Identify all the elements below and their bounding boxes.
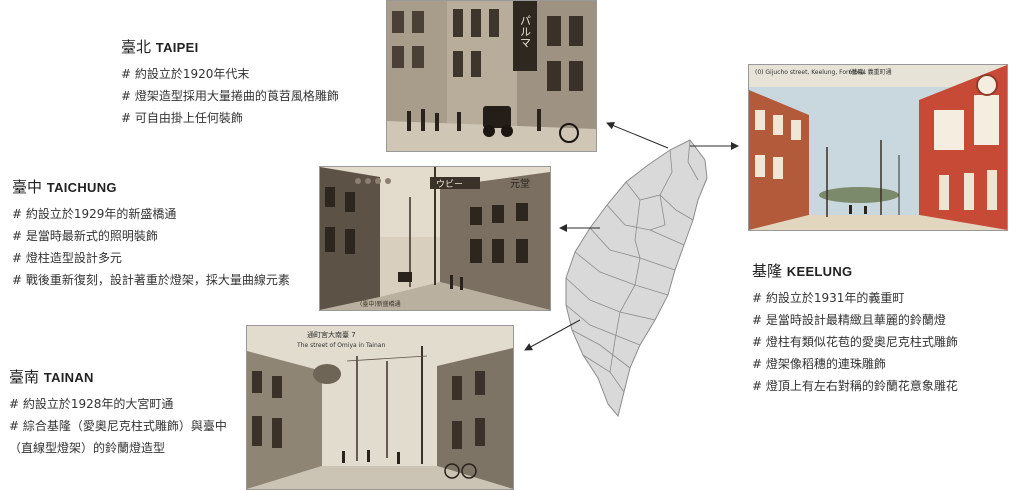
taichung-text-block: 臺中 TAICHUNG # 約設立於1929年的新盛橋通 # 是當時最新式的照明… [12, 176, 290, 291]
taichung-historic-photo: ウビー 元堂 (臺中)新盛橋通 [319, 166, 551, 311]
keelung-name-en: KEELUNG [786, 264, 853, 279]
keelung-historic-photo: (0) Gijucho street, Keelung, Formosa. (基… [748, 64, 1008, 231]
taipei-bullet-2: # 燈架造型採用大量捲曲的莨苕風格雕飾 [121, 89, 339, 103]
taichung-bullet-3: # 燈柱造型設計多元 [12, 251, 122, 265]
keelung-title: 基隆 KEELUNG [752, 260, 958, 281]
taichung-name-en: TAICHUNG [46, 180, 117, 195]
taichung-bullet-2: # 是當時最新式的照明裝飾 [12, 229, 158, 243]
arrow-to-tainan [524, 319, 581, 351]
arrow-to-taipei [606, 121, 669, 149]
tainan-bullet-1: # 約設立於1928年的大宮町通 [9, 397, 174, 411]
tainan-name-en: TAINAN [43, 370, 94, 385]
keelung-name-zh: 基隆 [752, 262, 783, 280]
taipei-bullet-3: # 可自由掛上任何裝飾 [121, 111, 243, 125]
tainan-bullet-2: # 綜合基隆（愛奧尼克柱式雕飾）與臺中 [9, 419, 227, 433]
taipei-photo-sign: パルマ [519, 15, 532, 48]
taichung-photo-caption: (臺中)新盛橋通 [360, 300, 401, 308]
taipei-text-block: 臺北 TAIPEI # 約設立於1920年代末 # 燈架造型採用大量捲曲的莨苕風… [121, 36, 339, 129]
keelung-bullet-1: # 約設立於1931年的義重町 [752, 291, 905, 305]
taipei-name-zh: 臺北 [121, 38, 152, 56]
keelung-bullet-3: # 燈柱有類似花苞的愛奧尼克柱式雕飾 [752, 335, 958, 349]
tainan-photo-caption-en: The street of Omiya in Tainan [296, 342, 385, 349]
taiwan-island-shape [565, 139, 708, 418]
keelung-photo-caption-zh: (基隆) 義重町通 [849, 68, 892, 76]
tainan-bullet-3: （直線型燈架）的鈴蘭燈造型 [9, 441, 166, 455]
taipei-bullet-1: # 約設立於1920年代末 [121, 67, 250, 81]
keelung-bullet-5: # 燈頂上有左右對稱的鈴蘭花意象雕花 [752, 379, 958, 393]
taichung-photo-sign2: 元堂 [510, 178, 530, 190]
tainan-historic-photo: 通町宮大南臺 7 The street of Omiya in Tainan [246, 325, 514, 490]
taipei-name-en: TAIPEI [155, 40, 199, 55]
taichung-title: 臺中 TAICHUNG [12, 176, 290, 197]
tainan-text-block: 臺南 TAINAN # 約設立於1928年的大宮町通 # 綜合基隆（愛奧尼克柱式… [9, 366, 227, 459]
taipei-historic-photo: パルマ [386, 0, 597, 152]
tainan-title: 臺南 TAINAN [9, 366, 227, 387]
taichung-bullet-1: # 約設立於1929年的新盛橋通 [12, 207, 177, 221]
taichung-name-zh: 臺中 [12, 178, 43, 196]
keelung-bullet-4: # 燈架像稻穗的連珠雕飾 [752, 357, 886, 371]
keelung-text-block: 基隆 KEELUNG # 約設立於1931年的義重町 # 是當時設計最精緻且華麗… [752, 260, 958, 397]
keelung-bullet-2: # 是當時設計最精緻且華麗的鈴蘭燈 [752, 313, 946, 327]
taichung-photo-sign: ウビー [436, 179, 463, 190]
tainan-photo-caption-zh: 通町宮大南臺 7 [307, 330, 356, 339]
tainan-name-zh: 臺南 [9, 368, 40, 386]
taichung-bullet-4: # 戰後重新復刻，設計著重於燈架，採大量曲線元素 [12, 273, 290, 287]
taipei-title: 臺北 TAIPEI [121, 36, 339, 57]
